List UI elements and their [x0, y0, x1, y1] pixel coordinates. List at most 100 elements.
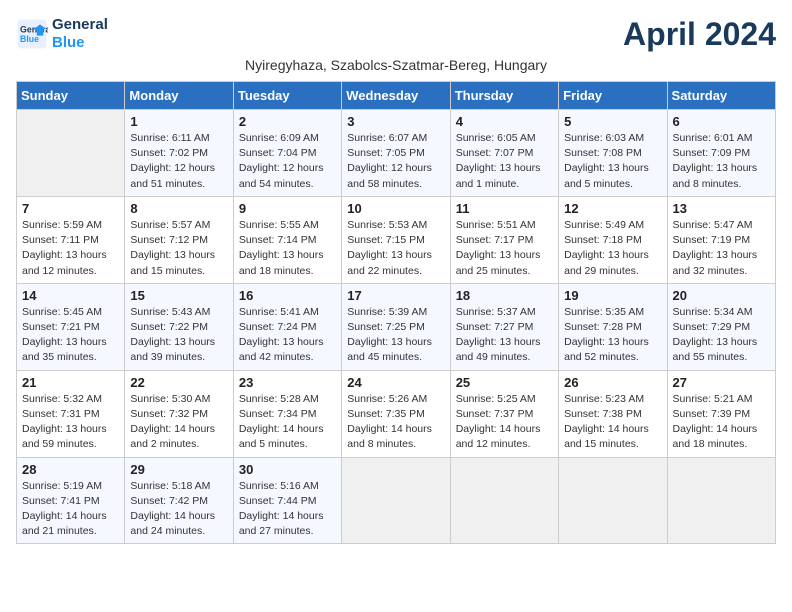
- day-content: Sunrise: 5:59 AM Sunset: 7:11 PM Dayligh…: [22, 218, 119, 279]
- logo: General Blue General Blue: [16, 16, 108, 52]
- day-content: Sunrise: 6:03 AM Sunset: 7:08 PM Dayligh…: [564, 131, 661, 192]
- day-number: 6: [673, 114, 770, 129]
- day-content: Sunrise: 5:26 AM Sunset: 7:35 PM Dayligh…: [347, 392, 444, 453]
- day-content: Sunrise: 5:28 AM Sunset: 7:34 PM Dayligh…: [239, 392, 336, 453]
- calendar-cell: 3 Sunrise: 6:07 AM Sunset: 7:05 PM Daylig…: [342, 110, 450, 197]
- calendar-week-3: 14 Sunrise: 5:45 AM Sunset: 7:21 PM Dayli…: [17, 283, 776, 370]
- calendar-cell: 9Sunrise: 5:55 AM Sunset: 7:14 PM Daylig…: [233, 196, 341, 283]
- calendar-cell: 22 Sunrise: 5:30 AM Sunset: 7:32 PM Dayli…: [125, 370, 233, 457]
- day-number: 22: [130, 375, 227, 390]
- day-content: Sunrise: 5:30 AM Sunset: 7:32 PM Dayligh…: [130, 392, 227, 453]
- day-number: 28: [22, 462, 119, 477]
- calendar-cell: 6 Sunrise: 6:01 AM Sunset: 7:09 PM Daylig…: [667, 110, 775, 197]
- day-content: Sunrise: 5:25 AM Sunset: 7:37 PM Dayligh…: [456, 392, 553, 453]
- day-content: Sunrise: 5:47 AM Sunset: 7:19 PM Dayligh…: [673, 218, 770, 279]
- logo-icon: General Blue: [16, 18, 48, 50]
- day-content: Sunrise: 6:09 AM Sunset: 7:04 PM Dayligh…: [239, 131, 336, 192]
- day-content: Sunrise: 5:51 AM Sunset: 7:17 PM Dayligh…: [456, 218, 553, 279]
- calendar-cell: 13Sunrise: 5:47 AM Sunset: 7:19 PM Dayli…: [667, 196, 775, 283]
- day-content: Sunrise: 5:57 AM Sunset: 7:12 PM Dayligh…: [130, 218, 227, 279]
- calendar-cell: [17, 110, 125, 197]
- calendar-cell: 5 Sunrise: 6:03 AM Sunset: 7:08 PM Daylig…: [559, 110, 667, 197]
- calendar-cell: 27 Sunrise: 5:21 AM Sunset: 7:39 PM Dayli…: [667, 370, 775, 457]
- day-content: Sunrise: 5:55 AM Sunset: 7:14 PM Dayligh…: [239, 218, 336, 279]
- page-subtitle: Nyiregyhaza, Szabolcs-Szatmar-Bereg, Hun…: [16, 57, 776, 73]
- day-number: 3: [347, 114, 444, 129]
- day-number: 21: [22, 375, 119, 390]
- day-content: Sunrise: 5:41 AM Sunset: 7:24 PM Dayligh…: [239, 305, 336, 366]
- calendar-cell: 14 Sunrise: 5:45 AM Sunset: 7:21 PM Dayli…: [17, 283, 125, 370]
- page-container: General Blue General Blue April 2024 Nyi…: [16, 16, 776, 544]
- header-monday: Monday: [125, 82, 233, 110]
- day-content: Sunrise: 6:01 AM Sunset: 7:09 PM Dayligh…: [673, 131, 770, 192]
- calendar-cell: 25 Sunrise: 5:25 AM Sunset: 7:37 PM Dayli…: [450, 370, 558, 457]
- calendar-cell: 7 Sunrise: 5:59 AM Sunset: 7:11 PM Daylig…: [17, 196, 125, 283]
- day-number: 7: [22, 201, 119, 216]
- day-number: 30: [239, 462, 336, 477]
- day-number: 17: [347, 288, 444, 303]
- day-number: 15: [130, 288, 227, 303]
- day-number: 14: [22, 288, 119, 303]
- calendar-cell: 28Sunrise: 5:19 AM Sunset: 7:41 PM Dayli…: [17, 457, 125, 544]
- day-number: 23: [239, 375, 336, 390]
- day-number: 27: [673, 375, 770, 390]
- day-content: Sunrise: 5:43 AM Sunset: 7:22 PM Dayligh…: [130, 305, 227, 366]
- calendar-week-1: 1Sunrise: 6:11 AM Sunset: 7:02 PM Daylig…: [17, 110, 776, 197]
- day-number: 19: [564, 288, 661, 303]
- calendar-header-row: SundayMondayTuesdayWednesdayThursdayFrid…: [17, 82, 776, 110]
- calendar-cell: 4Sunrise: 6:05 AM Sunset: 7:07 PM Daylig…: [450, 110, 558, 197]
- svg-text:Blue: Blue: [20, 34, 39, 44]
- day-content: Sunrise: 5:53 AM Sunset: 7:15 PM Dayligh…: [347, 218, 444, 279]
- page-title: April 2024: [623, 16, 776, 53]
- calendar-cell: [450, 457, 558, 544]
- day-number: 11: [456, 201, 553, 216]
- calendar-cell: [342, 457, 450, 544]
- header-wednesday: Wednesday: [342, 82, 450, 110]
- svg-text:General: General: [20, 24, 48, 34]
- day-number: 5: [564, 114, 661, 129]
- day-number: 16: [239, 288, 336, 303]
- day-number: 8: [130, 201, 227, 216]
- calendar-cell: [667, 457, 775, 544]
- header-thursday: Thursday: [450, 82, 558, 110]
- day-content: Sunrise: 5:23 AM Sunset: 7:38 PM Dayligh…: [564, 392, 661, 453]
- calendar-cell: 1Sunrise: 6:11 AM Sunset: 7:02 PM Daylig…: [125, 110, 233, 197]
- day-content: Sunrise: 5:39 AM Sunset: 7:25 PM Dayligh…: [347, 305, 444, 366]
- day-content: Sunrise: 5:45 AM Sunset: 7:21 PM Dayligh…: [22, 305, 119, 366]
- day-content: Sunrise: 5:35 AM Sunset: 7:28 PM Dayligh…: [564, 305, 661, 366]
- day-content: Sunrise: 5:34 AM Sunset: 7:29 PM Dayligh…: [673, 305, 770, 366]
- day-number: 4: [456, 114, 553, 129]
- calendar-cell: 26Sunrise: 5:23 AM Sunset: 7:38 PM Dayli…: [559, 370, 667, 457]
- day-content: Sunrise: 6:07 AM Sunset: 7:05 PM Dayligh…: [347, 131, 444, 192]
- calendar-cell: 19 Sunrise: 5:35 AM Sunset: 7:28 PM Dayli…: [559, 283, 667, 370]
- calendar-cell: 29Sunrise: 5:18 AM Sunset: 7:42 PM Dayli…: [125, 457, 233, 544]
- header-friday: Friday: [559, 82, 667, 110]
- calendar-week-5: 28Sunrise: 5:19 AM Sunset: 7:41 PM Dayli…: [17, 457, 776, 544]
- day-content: Sunrise: 5:21 AM Sunset: 7:39 PM Dayligh…: [673, 392, 770, 453]
- logo-text: General Blue: [52, 16, 108, 52]
- day-number: 24: [347, 375, 444, 390]
- calendar-cell: 11 Sunrise: 5:51 AM Sunset: 7:17 PM Dayli…: [450, 196, 558, 283]
- day-content: Sunrise: 5:49 AM Sunset: 7:18 PM Dayligh…: [564, 218, 661, 279]
- day-number: 2: [239, 114, 336, 129]
- calendar-cell: 2 Sunrise: 6:09 AM Sunset: 7:04 PM Daylig…: [233, 110, 341, 197]
- day-content: Sunrise: 5:37 AM Sunset: 7:27 PM Dayligh…: [456, 305, 553, 366]
- header-sunday: Sunday: [17, 82, 125, 110]
- day-number: 20: [673, 288, 770, 303]
- calendar-cell: [559, 457, 667, 544]
- calendar-cell: 16 Sunrise: 5:41 AM Sunset: 7:24 PM Dayli…: [233, 283, 341, 370]
- day-number: 29: [130, 462, 227, 477]
- day-number: 25: [456, 375, 553, 390]
- calendar-table: SundayMondayTuesdayWednesdayThursdayFrid…: [16, 81, 776, 544]
- calendar-cell: 23 Sunrise: 5:28 AM Sunset: 7:34 PM Dayli…: [233, 370, 341, 457]
- calendar-cell: 30 Sunrise: 5:16 AM Sunset: 7:44 PM Dayli…: [233, 457, 341, 544]
- calendar-cell: 21Sunrise: 5:32 AM Sunset: 7:31 PM Dayli…: [17, 370, 125, 457]
- calendar-cell: 24 Sunrise: 5:26 AM Sunset: 7:35 PM Dayli…: [342, 370, 450, 457]
- header-tuesday: Tuesday: [233, 82, 341, 110]
- calendar-cell: 8 Sunrise: 5:57 AM Sunset: 7:12 PM Daylig…: [125, 196, 233, 283]
- calendar-cell: 15 Sunrise: 5:43 AM Sunset: 7:22 PM Dayli…: [125, 283, 233, 370]
- day-content: Sunrise: 5:16 AM Sunset: 7:44 PM Dayligh…: [239, 479, 336, 540]
- day-number: 18: [456, 288, 553, 303]
- calendar-week-4: 21Sunrise: 5:32 AM Sunset: 7:31 PM Dayli…: [17, 370, 776, 457]
- calendar-cell: 12Sunrise: 5:49 AM Sunset: 7:18 PM Dayli…: [559, 196, 667, 283]
